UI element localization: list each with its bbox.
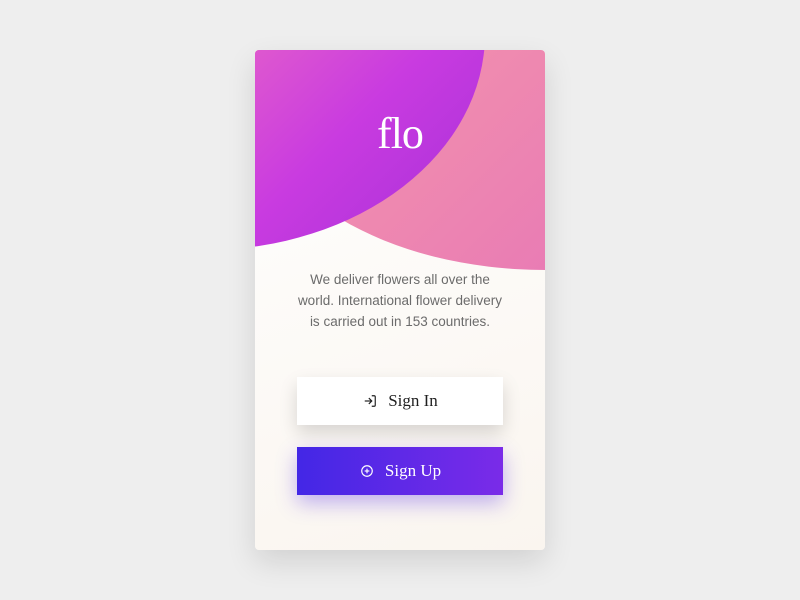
signup-plus-icon	[359, 463, 375, 479]
onboarding-card: flo We deliver flowers all over the worl…	[255, 50, 545, 550]
signin-label: Sign In	[388, 391, 438, 411]
app-logo: flo	[377, 108, 423, 159]
signup-button[interactable]: Sign Up	[297, 447, 503, 495]
signin-icon	[362, 393, 378, 409]
signin-button[interactable]: Sign In	[297, 377, 503, 425]
signup-label: Sign Up	[385, 461, 441, 481]
description-text: We deliver flowers all over the world. I…	[297, 270, 503, 333]
content-area: We deliver flowers all over the world. I…	[255, 270, 545, 517]
